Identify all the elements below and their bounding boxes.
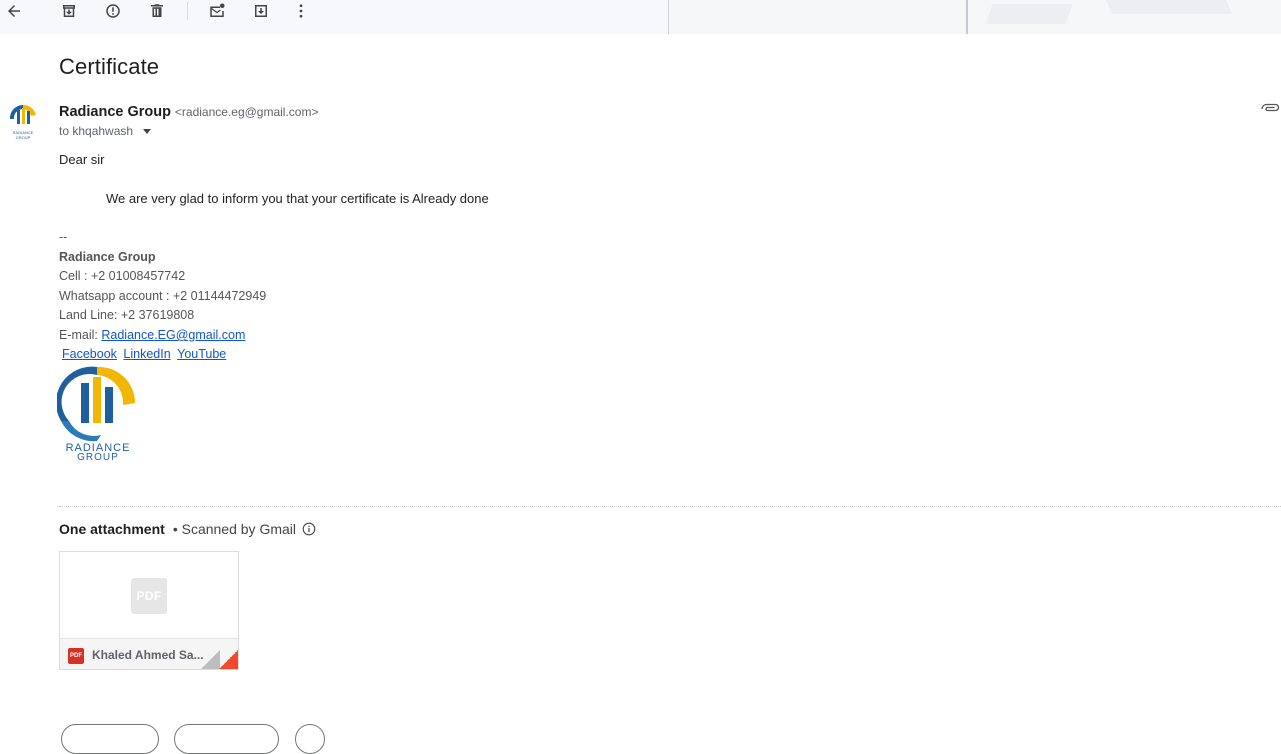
mark-unread-icon xyxy=(210,3,225,17)
attachment-preview: PDF xyxy=(60,552,238,638)
move-to-button[interactable] xyxy=(247,0,275,22)
more-vert-icon xyxy=(299,4,303,18)
email-message: We are very glad to inform you that your… xyxy=(106,191,489,206)
signature-email-link[interactable]: Radiance.EG@gmail.com xyxy=(101,328,245,342)
background-map-region xyxy=(668,0,1281,34)
sender-email: <radiance.eg@gmail.com> xyxy=(174,105,319,119)
attachment-clip-icon xyxy=(1261,103,1280,112)
youtube-link[interactable]: YouTube xyxy=(177,347,226,361)
recipient-text: to khqahwash xyxy=(59,124,134,138)
attachment-footer: PDF Khaled Ahmed Sa... xyxy=(60,638,238,669)
signature-name: Radiance Group xyxy=(59,250,156,264)
delete-button[interactable] xyxy=(143,0,171,22)
move-to-icon xyxy=(255,5,267,17)
scanned-by-gmail: • Scanned by Gmail xyxy=(172,521,296,537)
page-fold-icon xyxy=(200,650,220,669)
archive-icon xyxy=(63,5,75,17)
email-greeting: Dear sir xyxy=(59,152,105,167)
pdf-file-icon: PDF xyxy=(68,648,84,664)
page-corner-icon xyxy=(218,650,238,669)
toolbar xyxy=(0,0,1281,34)
signature-dash: -- xyxy=(59,230,68,244)
recipient-line: to khqahwash xyxy=(59,124,152,138)
signature-social-links: Facebook LinkedIn YouTube xyxy=(62,347,226,361)
archive-button[interactable] xyxy=(55,0,83,22)
more-button[interactable] xyxy=(287,0,315,22)
report-spam-button[interactable] xyxy=(99,0,127,22)
email-subject: Certificate xyxy=(59,54,160,79)
back-arrow-icon xyxy=(8,5,20,17)
sender-name[interactable]: Radiance Group xyxy=(59,104,171,120)
sender-avatar[interactable]: RADIANCE GROUP xyxy=(5,101,41,141)
attachments-heading: One attachment • Scanned by Gmail xyxy=(59,521,316,537)
signature-email-label: E-mail: xyxy=(59,328,102,342)
signature-whatsapp: Whatsapp account : +2 01144472949 xyxy=(59,289,267,303)
map-road xyxy=(966,0,968,34)
facebook-link[interactable]: Facebook xyxy=(62,347,117,361)
delete-icon xyxy=(151,4,163,17)
signature-cell: Cell : +2 01008457742 xyxy=(59,269,186,283)
toolbar-separator xyxy=(187,2,188,20)
attachments-divider xyxy=(59,506,1281,507)
attachment-file-name: Khaled Ahmed Sa... xyxy=(92,648,204,662)
signature-landline: Land Line: +2 37619808 xyxy=(59,308,195,322)
logo-text-line2: GROUP xyxy=(77,452,119,463)
attachment-card[interactable]: PDF PDF Khaled Ahmed Sa... xyxy=(59,551,239,670)
info-icon[interactable] xyxy=(302,522,316,536)
report-spam-icon xyxy=(106,4,120,18)
attachments-count: One attachment xyxy=(59,521,165,537)
show-details-caret-icon[interactable] xyxy=(143,129,152,134)
signature-email-line: E-mail: Radiance.EG@gmail.com xyxy=(59,328,245,342)
linkedin-link[interactable]: LinkedIn xyxy=(123,347,170,361)
map-block xyxy=(985,4,1073,24)
back-button[interactable] xyxy=(0,0,28,22)
sender-line: Radiance Group <radiance.eg@gmail.com> xyxy=(59,103,318,120)
map-block xyxy=(1105,0,1233,14)
mark-unread-button[interactable] xyxy=(203,0,231,22)
pdf-placeholder-icon: PDF xyxy=(131,578,167,614)
svg-text:GROUP: GROUP xyxy=(16,135,31,140)
radiance-group-logo: RADIANCE GROUP xyxy=(57,366,136,463)
